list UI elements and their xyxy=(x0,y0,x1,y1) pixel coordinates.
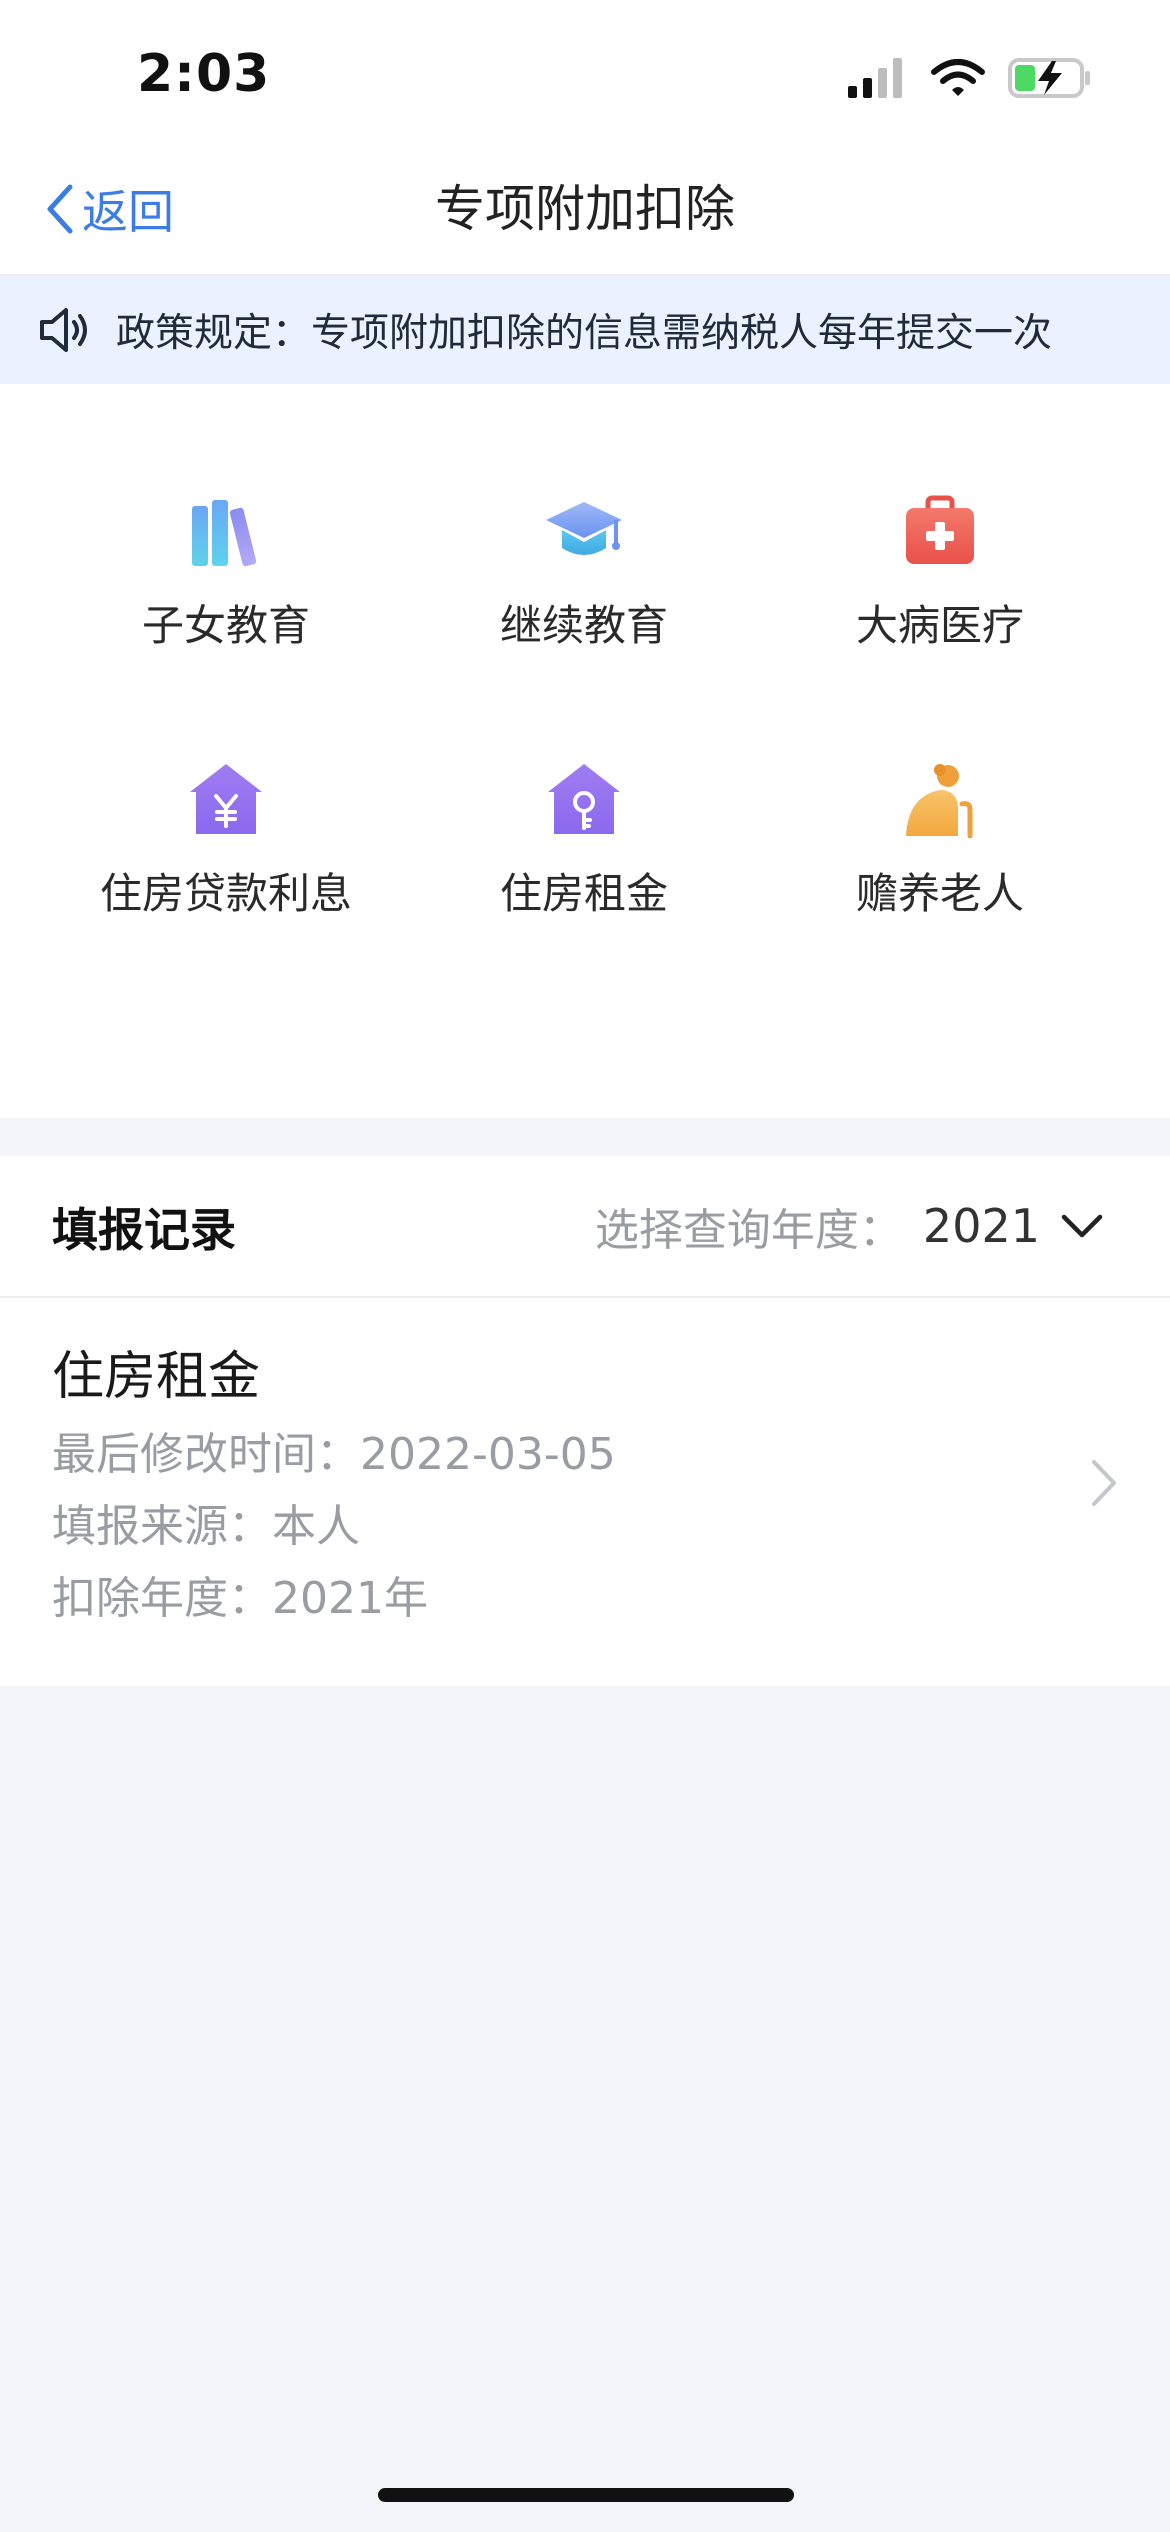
chevron-down-icon xyxy=(1061,1214,1103,1238)
record-deduction-year: 扣除年度：2021年 xyxy=(52,1573,428,1624)
category-label: 住房租金 xyxy=(499,869,668,918)
page-title: 专项附加扣除 xyxy=(435,180,735,238)
category-label: 大病医疗 xyxy=(855,601,1024,650)
category-label: 赡养老人 xyxy=(855,869,1024,918)
records-title: 填报记录 xyxy=(52,1203,236,1257)
policy-notice: 政策规定：专项附加扣除的信息需纳税人每年提交一次 xyxy=(0,276,1170,384)
home-indicator[interactable] xyxy=(378,2488,794,2502)
category-label: 子女教育 xyxy=(141,601,310,650)
battery-charging-icon xyxy=(1008,58,1090,98)
wifi-icon xyxy=(931,59,985,96)
category-grid: 子女教育 继续教育 大病医疗 住房贷款利息 住房租金 赡养老人 xyxy=(0,384,1170,1118)
category-continuing-education[interactable]: 继续教育 xyxy=(404,492,764,692)
category-children-education[interactable]: 子女教育 xyxy=(46,492,406,692)
notice-text: 政策规定：专项附加扣除的信息需纳税人每年提交一次 xyxy=(116,311,1053,356)
medical-kit-icon xyxy=(906,495,974,564)
books-icon xyxy=(192,500,257,567)
record-source: 填报来源：本人 xyxy=(52,1501,360,1552)
speaker-icon xyxy=(40,308,87,352)
house-key-icon xyxy=(548,764,620,834)
nav-bar: 返回 专项附加扣除 xyxy=(0,150,1170,276)
status-time: 2:03 xyxy=(137,44,271,104)
category-label: 继续教育 xyxy=(499,601,668,650)
status-icons xyxy=(848,54,1092,102)
year-select-value: 2021 xyxy=(922,1199,1040,1253)
year-select[interactable]: 选择查询年度： 2021 xyxy=(595,1194,1104,1258)
filing-records: 填报记录 选择查询年度： 2021 住房租金 最后修改时间：2022-03-05… xyxy=(0,1156,1170,1686)
year-select-label: 选择查询年度： xyxy=(594,1205,903,1256)
house-yen-icon xyxy=(190,764,262,834)
record-modified-time: 最后修改时间：2022-03-05 xyxy=(52,1429,616,1480)
record-title: 住房租金 xyxy=(52,1347,261,1407)
category-housing-rent[interactable]: 住房租金 xyxy=(404,760,764,960)
category-label: 住房贷款利息 xyxy=(99,869,352,918)
graduation-cap-icon xyxy=(546,502,622,555)
status-bar: 2:03 xyxy=(0,0,1170,150)
record-item[interactable]: 住房租金 最后修改时间：2022-03-05 填报来源：本人 扣除年度：2021… xyxy=(0,1298,1170,1684)
elderly-person-icon xyxy=(906,764,973,839)
records-header: 填报记录 选择查询年度： 2021 xyxy=(0,1156,1170,1298)
signal-icon xyxy=(848,58,902,98)
category-housing-loan-interest[interactable]: 住房贷款利息 xyxy=(46,760,406,960)
category-elderly-support[interactable]: 赡养老人 xyxy=(760,760,1120,960)
category-serious-illness[interactable]: 大病医疗 xyxy=(760,492,1120,692)
chevron-right-icon xyxy=(1092,1460,1116,1506)
